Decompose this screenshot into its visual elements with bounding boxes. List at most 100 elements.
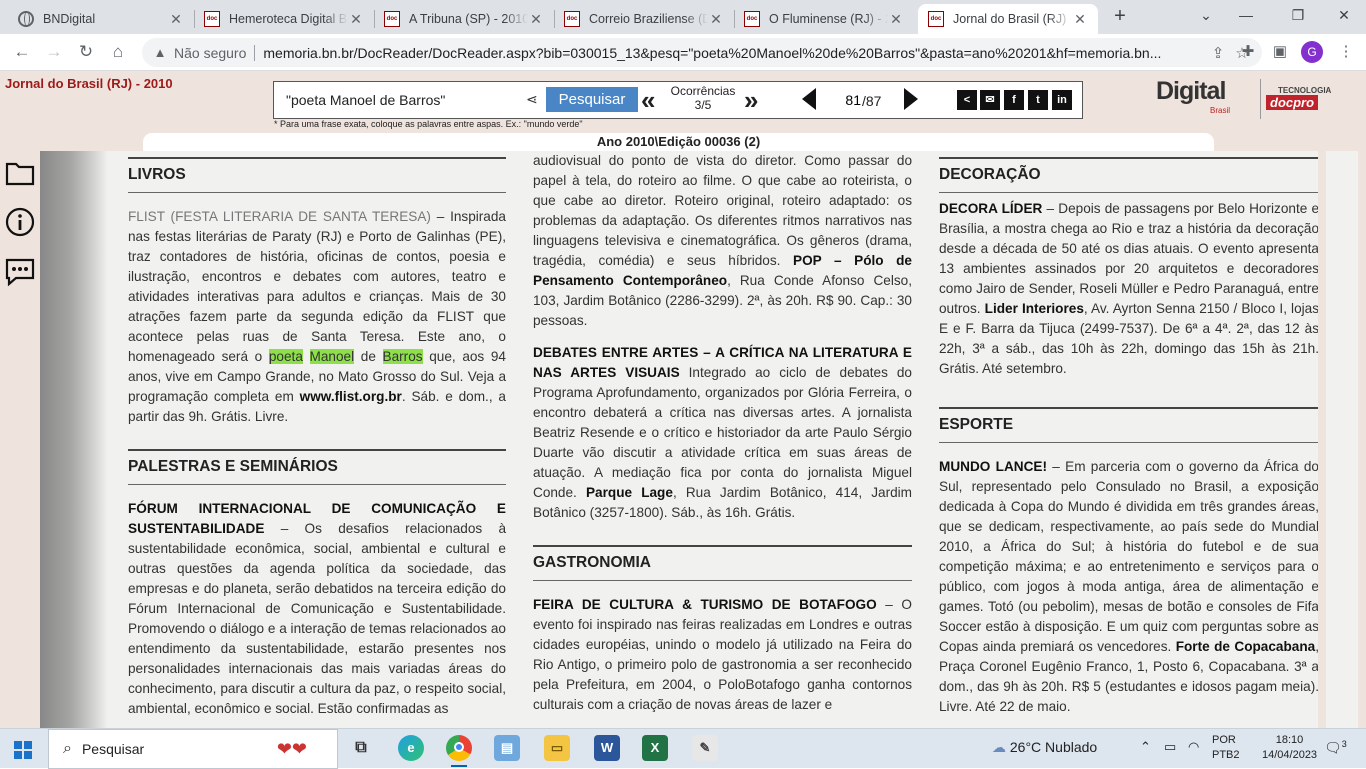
clock[interactable]: 18:10 14/04/2023 [1262,733,1317,763]
section-heading: PALESTRAS E SEMINÁRIOS [128,458,338,475]
search-highlight: Manoel [309,349,355,364]
taskbar-search[interactable]: ⌕ Pesquisar ❤❤ [48,729,338,769]
article-paragraph: FLIST (FESTA LITERARIA DE SANTA TERESA) … [128,209,506,424]
document-viewer[interactable]: LIVROS FLIST (FESTA LITERARIA DE SANTA T… [40,151,1358,728]
bn-digital-logo-sub: Brasil [1210,106,1231,115]
search-input[interactable] [278,86,548,114]
chrome-icon[interactable] [446,735,472,767]
windows-start-icon[interactable] [14,741,32,759]
avatar[interactable]: G [1301,41,1323,63]
previous-page-icon[interactable] [802,88,816,110]
tab-search-icon[interactable]: ⌄ [1192,4,1220,26]
security-label[interactable]: Não seguro [174,45,246,61]
previous-occurrence-icon[interactable]: « [641,85,655,116]
section-heading: LIVROS [128,166,186,183]
task-view-icon[interactable]: ⧉ [348,735,374,761]
close-icon[interactable]: ✕ [348,11,364,28]
doc-favicon-icon: doc [564,11,580,27]
chevron-up-icon[interactable]: ⌃ [1140,739,1151,755]
close-icon[interactable]: ✕ [528,11,544,28]
bn-digital-logo[interactable]: Digital [1156,77,1226,106]
doc-favicon-icon: doc [204,11,220,27]
email-icon[interactable]: ✉ [980,90,1000,110]
comments-icon[interactable] [5,257,35,287]
reload-icon[interactable]: ↻ [74,40,98,64]
page-number-input[interactable] [819,87,861,113]
file-explorer-icon[interactable]: ▭ [544,735,570,761]
word-icon[interactable]: W [594,735,620,761]
section-heading: DECORAÇÃO [939,166,1041,183]
docpro-logo[interactable]: docpro [1266,95,1319,110]
tab-o-fluminense[interactable]: doc O Fluminense (RJ) - 20 ✕ [734,4,914,34]
search-icon: ⌕ [63,740,72,757]
linkedin-icon[interactable]: in [1052,90,1072,110]
close-window-button[interactable]: ✕ [1330,4,1358,26]
tab-a-tribuna[interactable]: doc A Tribuna (SP) - 2010 d ✕ [374,4,554,34]
share-icon[interactable]: ⇪ [1206,44,1230,62]
edge-icon[interactable]: e [398,735,424,761]
minimize-button[interactable]: — [1232,4,1260,26]
close-icon[interactable]: ✕ [708,11,724,28]
folder-icon[interactable] [5,159,35,189]
home-icon[interactable]: ⌂ [106,40,130,64]
side-toolbar [0,151,40,728]
search-highlight: Barros [382,349,423,364]
article-paragraph: DECORA LÍDER – Depois de passagens por B… [939,201,1320,376]
info-icon[interactable] [5,207,35,237]
close-icon[interactable]: ✕ [1072,11,1088,28]
journal-title: Jornal do Brasil (RJ) - 2010 [5,76,173,91]
viewer-scrollbar[interactable] [1318,151,1326,728]
address-bar-row: ← → ↻ ⌂ ▲ Não seguro memoria.bn.br/DocRe… [0,34,1366,71]
side-panel-icon[interactable]: ▣ [1270,42,1290,62]
new-tab-button[interactable]: + [1110,5,1130,29]
tab-bndigital[interactable]: BNDigital ✕ [8,4,194,34]
share-icon[interactable]: ⋖ [526,91,538,108]
next-occurrence-icon[interactable]: » [744,85,758,116]
article-paragraph: audiovisual do ponto de vista do diretor… [533,153,912,328]
taskbar-search-label: Pesquisar [81,741,145,757]
newspaper-column-1: LIVROS FLIST (FESTA LITERARIA DE SANTA T… [128,151,506,719]
notes-app-icon[interactable]: ▤ [494,735,520,761]
menu-kebab-icon[interactable]: ⋮ [1336,42,1356,62]
facebook-icon[interactable]: f [1004,90,1024,110]
doc-favicon-icon: doc [744,11,760,27]
globe-icon [18,11,34,27]
tab-jornal-do-brasil[interactable]: doc Jornal do Brasil (RJ) - 2 ✕ [918,4,1098,34]
close-icon[interactable]: ✕ [888,11,904,28]
partner-label: TECNOLOGIA [1278,86,1332,95]
doc-favicon-icon: doc [384,11,400,27]
article-paragraph: FEIRA DE CULTURA & TURISMO DE BOTAFOGO –… [533,597,912,712]
tab-title: Correio Braziliense (DF [589,12,708,26]
search-panel: ⋖ Pesquisar « Ocorrências 3/5 » /87 < ✉ … [273,81,1083,119]
scan-page-edge [40,151,108,728]
tab-correio-braziliense[interactable]: doc Correio Braziliense (DF ✕ [554,4,734,34]
restore-button[interactable]: ❐ [1284,4,1312,26]
excel-icon[interactable]: X [642,735,668,761]
paint-icon[interactable]: ✎ [692,735,718,761]
url-text[interactable]: memoria.bn.br/DocReader/DocReader.aspx?b… [263,45,1206,61]
weather-widget[interactable]: ☁ 26°C Nublado [992,739,1097,756]
battery-icon[interactable]: ▭ [1164,739,1176,755]
tab-title: Hemeroteca Digital Br [229,12,348,26]
article-paragraph: FÓRUM INTERNACIONAL DE COMUNICAÇÃO E SUS… [128,501,507,716]
omnibox[interactable]: ▲ Não seguro memoria.bn.br/DocReader/Doc… [142,38,1262,67]
input-language[interactable]: POR PTB2 [1212,733,1240,763]
wifi-icon[interactable]: ◠ [1188,739,1199,755]
warning-icon[interactable]: ▲ [152,45,168,60]
search-button[interactable]: Pesquisar [546,87,638,112]
page-total: /87 [862,93,882,109]
next-page-icon[interactable] [904,88,918,110]
share-network-icon[interactable]: < [957,90,977,110]
search-highlight: poeta [268,349,303,364]
twitter-icon[interactable]: t [1028,90,1048,110]
article-paragraph: MUNDO LANCE! – Em parceria com o governo… [939,459,1319,714]
back-arrow-icon[interactable]: ← [10,40,34,64]
occurrences-counter: Ocorrências 3/5 [670,84,736,112]
extensions-icon[interactable]: ✚ [1238,42,1258,62]
close-icon[interactable]: ✕ [168,11,184,28]
tab-title: O Fluminense (RJ) - 20 [769,12,888,26]
tab-hemeroteca[interactable]: doc Hemeroteca Digital Br ✕ [194,4,374,34]
notifications-icon[interactable]: 🗨3 [1324,739,1347,757]
forward-arrow-icon[interactable]: → [42,40,66,64]
tab-title: A Tribuna (SP) - 2010 d [409,12,528,26]
